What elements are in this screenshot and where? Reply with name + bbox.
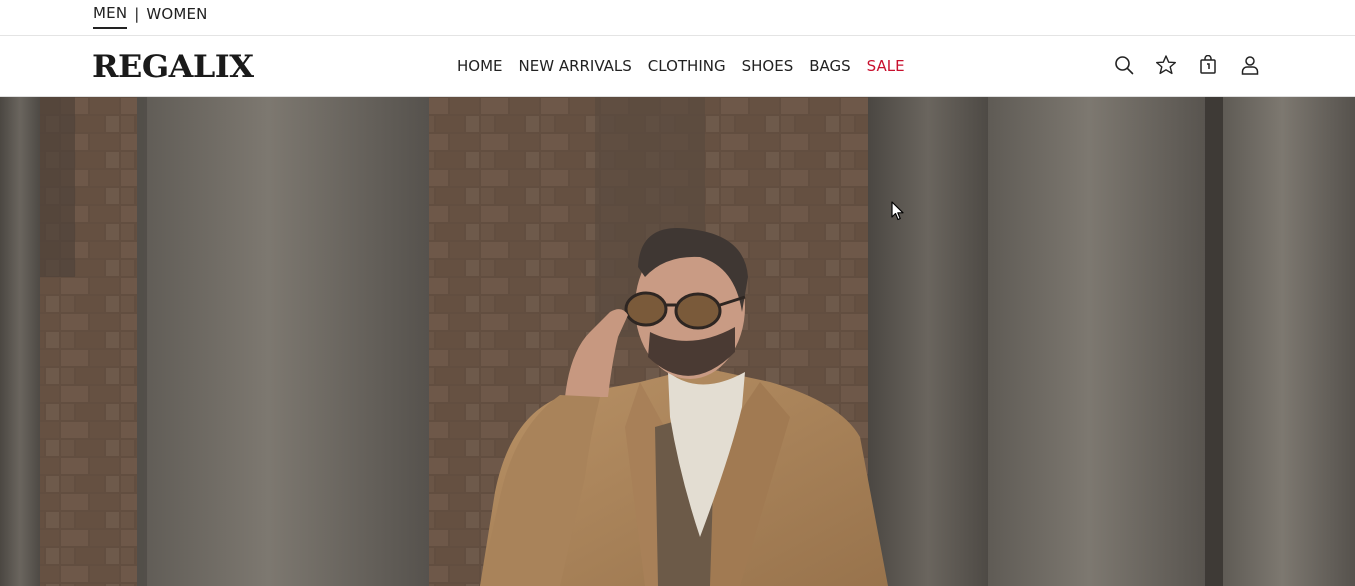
nav-sale[interactable]: SALE	[867, 57, 905, 75]
gender-switcher: MEN | WOMEN	[93, 4, 208, 29]
nav-clothing[interactable]: CLOTHING	[648, 57, 726, 75]
nav-bags[interactable]: BAGS	[809, 57, 850, 75]
nav-home[interactable]: HOME	[457, 57, 503, 75]
hero-banner[interactable]	[0, 97, 1355, 586]
gender-bar: MEN | WOMEN	[0, 0, 1355, 36]
nav-new-arrivals[interactable]: NEW ARRIVALS	[519, 57, 632, 75]
hero-image	[0, 97, 1355, 586]
search-icon[interactable]	[1113, 54, 1135, 76]
nav-shoes[interactable]: SHOES	[742, 57, 794, 75]
star-icon[interactable]	[1155, 54, 1177, 76]
header-actions	[1113, 54, 1261, 76]
user-icon[interactable]	[1239, 54, 1261, 76]
main-nav: HOME NEW ARRIVALS CLOTHING SHOES BAGS SA…	[457, 57, 905, 75]
gender-separator: |	[134, 5, 140, 23]
shopping-bag-icon[interactable]	[1197, 54, 1219, 76]
brand-logo[interactable]: REGALIX	[92, 49, 254, 85]
main-header: REGALIX HOME NEW ARRIVALS CLOTHING SHOES…	[0, 36, 1355, 97]
tab-men[interactable]: MEN	[93, 4, 128, 29]
tab-women[interactable]: WOMEN	[146, 5, 207, 28]
